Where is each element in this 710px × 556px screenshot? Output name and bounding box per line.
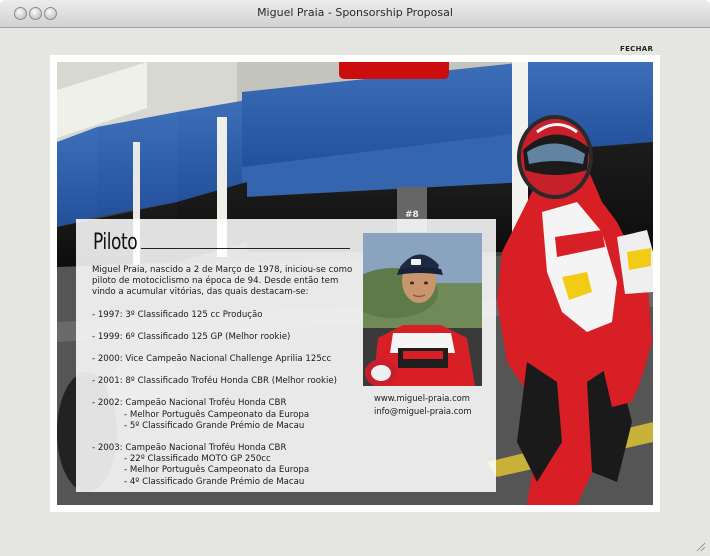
contact-block: www.miguel-praia.com info@miguel-praia.c… (374, 392, 472, 418)
website-link[interactable]: www.miguel-praia.com (374, 392, 472, 405)
list-item: - 2003: Campeão Nacional Troféu Honda CB… (92, 443, 357, 488)
entry-main: - 2001: 8º Classificado Troféu Honda CBR… (92, 376, 337, 387)
bio-heading: Piloto (93, 230, 138, 255)
heading-rule (141, 248, 350, 249)
entry-sub: - Melhor Português Campeonato da Europa (124, 409, 310, 420)
rider-portrait (363, 233, 482, 386)
email-link[interactable]: info@miguel-praia.com (374, 405, 472, 418)
entry-main: - 2000: Vice Campeão Nacional Challenge … (92, 354, 332, 365)
entry-main: - 1997: 3º Classificado 125 cc Produção (92, 309, 263, 320)
entry-main: - 2002: Campeão Nacional Troféu Honda CB… (92, 398, 287, 409)
entry-sub: - 4º Classificado Grande Prémio de Macau (124, 476, 305, 487)
entry-main: - 1999: 6º Classificado 125 GP (Melhor r… (92, 331, 291, 342)
close-link[interactable]: FECHAR (620, 45, 653, 53)
resize-grip-icon[interactable] (696, 542, 706, 552)
list-item: - 1997: 3º Classificado 125 cc Produção (92, 310, 357, 321)
list-item: - 2000: Vice Campeão Nacional Challenge … (92, 354, 357, 365)
entry-sub: - 5º Classificado Grande Prémio de Macau (124, 420, 305, 431)
browser-window: Miguel Praia - Sponsorship Proposal FECH… (0, 0, 710, 556)
entry-sub: - 22º Classificado MOTO GP 250cc (124, 454, 271, 465)
window-title: Miguel Praia - Sponsorship Proposal (257, 6, 453, 19)
title-bar[interactable]: Miguel Praia - Sponsorship Proposal (0, 0, 710, 28)
list-item: - 2002: Campeão Nacional Troféu Honda CB… (92, 398, 357, 432)
bio-text: Miguel Praia, nascido a 2 de Março de 19… (92, 265, 357, 488)
portrait-illustration (363, 233, 482, 386)
entry-sub: - Melhor Português Campeonato da Europa (124, 465, 310, 476)
list-item: - 1999: 6º Classificado 125 GP (Melhor r… (92, 332, 357, 343)
entry-main: - 2003: Campeão Nacional Troféu Honda CB… (92, 443, 287, 454)
list-item: - 2001: 8º Classificado Troféu Honda CBR… (92, 376, 357, 387)
red-header-tab (339, 62, 449, 79)
bio-intro: Miguel Praia, nascido a 2 de Março de 19… (92, 265, 353, 298)
